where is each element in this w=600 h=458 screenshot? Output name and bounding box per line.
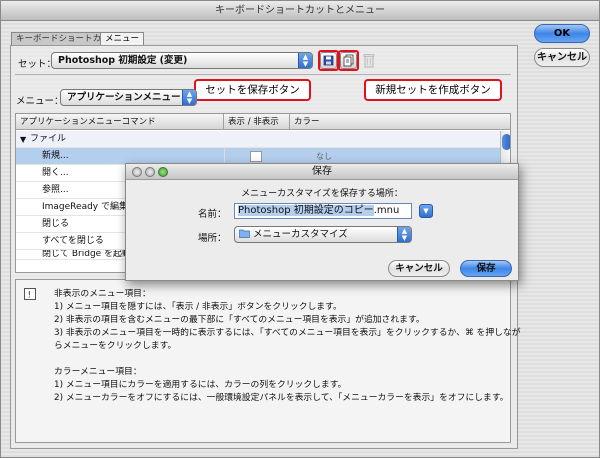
where-label: 場所： [198, 233, 227, 244]
info-bullet-icon: ! [24, 288, 36, 300]
set-popup[interactable]: Photoshop 初期設定 (変更) ▲ ▼ [51, 52, 313, 69]
info-line: らメニューをクリックします。 [54, 341, 177, 351]
new-set-icon [343, 54, 354, 67]
menu-value: アプリケーションメニュー [67, 92, 181, 103]
save-prompt: メニューカスタマイズを保存する場所： [241, 189, 403, 199]
row-label: 閉じる [42, 219, 70, 229]
minimize-light-icon[interactable] [145, 167, 155, 177]
row-label: すべてを閉じる [42, 236, 104, 246]
save-dialog: 保存 メニューカスタマイズを保存する場所： 名前： Photoshop 初期設定… [125, 163, 519, 281]
info-line: カラーメニュー項目： [54, 367, 142, 377]
row-label: 開く... [42, 168, 69, 178]
row-label: 閉じて Bridge を起動 [42, 250, 132, 259]
callout-save-set: セットを保存ボタン [194, 79, 311, 101]
info-line: 2) メニューカラーをオフにするには、一般環境設定パネルを表示して、「メニューカ… [54, 393, 509, 403]
dialog-save-button[interactable]: 保存 [460, 260, 512, 277]
disclosure-triangle-icon[interactable]: ▼ [20, 131, 26, 148]
divider [15, 74, 511, 75]
name-extension: .mnu [373, 205, 400, 216]
cancel-button[interactable]: キャンセル [534, 48, 590, 67]
row-label: 参照... [42, 185, 69, 195]
zoom-light-icon[interactable] [158, 167, 168, 177]
callout-new-set: 新規セットを作成ボタン [364, 79, 502, 101]
popup-arrow-icon: ▲ ▼ [298, 53, 312, 68]
save-set-button[interactable] [320, 52, 337, 69]
row-label: ImageReady で編集 [42, 202, 128, 212]
close-light-icon[interactable] [132, 167, 142, 177]
row-label: 新規... [42, 151, 69, 161]
group-label: ファイル [30, 134, 67, 144]
save-dialog-title: 保存 [126, 164, 518, 180]
column-header-visibility[interactable]: 表示 / 非表示 [224, 114, 290, 130]
scrollbar-thumb[interactable] [502, 134, 510, 150]
new-set-button[interactable] [340, 52, 357, 69]
tab-menus[interactable]: メニュー [100, 32, 145, 45]
menu-label: メニュー： [16, 96, 64, 107]
dialog-cancel-button[interactable]: キャンセル [388, 260, 450, 277]
group-row-file[interactable]: ▼ ファイル [16, 131, 500, 148]
column-header-command[interactable]: アプリケーションメニューコマンド [16, 114, 224, 130]
info-panel: ! 非表示のメニュー項目： 1) メニュー項目を隠すには、「表示 / 非表示」ボ… [15, 279, 521, 443]
name-label: 名前： [198, 209, 227, 220]
window-title: キーボードショートカットとメニュー [1, 1, 599, 21]
info-line: 非表示のメニュー項目： [54, 289, 151, 299]
where-value: メニューカスタマイズ [253, 229, 348, 240]
info-line: 2) 非表示の項目を含むメニューの最下部に「すべてのメニュー項目を表示」が追加さ… [54, 315, 425, 325]
visibility-toggle[interactable] [250, 151, 262, 162]
ok-button[interactable]: OK [534, 24, 590, 43]
name-selected-text: Photoshop 初期設定のコピー [238, 205, 374, 216]
save-disk-icon [323, 55, 334, 66]
info-line: 1) メニュー項目を隠すには、「表示 / 非表示」ボタンをクリックします。 [54, 302, 342, 312]
where-popup[interactable]: メニューカスタマイズ ▲ ▼ [234, 226, 412, 243]
info-line: 1) メニュー項目にカラーを適用するには、カラーの列をクリックします。 [54, 380, 347, 390]
folder-icon [239, 229, 250, 238]
trash-icon[interactable] [363, 53, 375, 68]
popup-arrow-icon: ▲ ▼ [397, 227, 411, 242]
dialog-window: キーボードショートカットとメニュー キーボードショートカット メニュー セット：… [0, 0, 600, 458]
info-line: 3) 非表示のメニュー項目を一時的に表示するには、「すべてのメニュー項目を表示」… [54, 328, 521, 338]
name-field[interactable]: Photoshop 初期設定のコピー.mnu [234, 203, 412, 219]
set-value: Photoshop 初期設定 (変更) [58, 55, 188, 66]
popup-arrow-icon: ▲ ▼ [182, 90, 196, 105]
menu-popup[interactable]: アプリケーションメニュー ▲ ▼ [60, 89, 197, 106]
expand-chevron-icon[interactable]: ▼ [419, 204, 433, 218]
column-header-color[interactable]: カラー [290, 114, 510, 130]
svg-text:!: ! [28, 291, 32, 301]
